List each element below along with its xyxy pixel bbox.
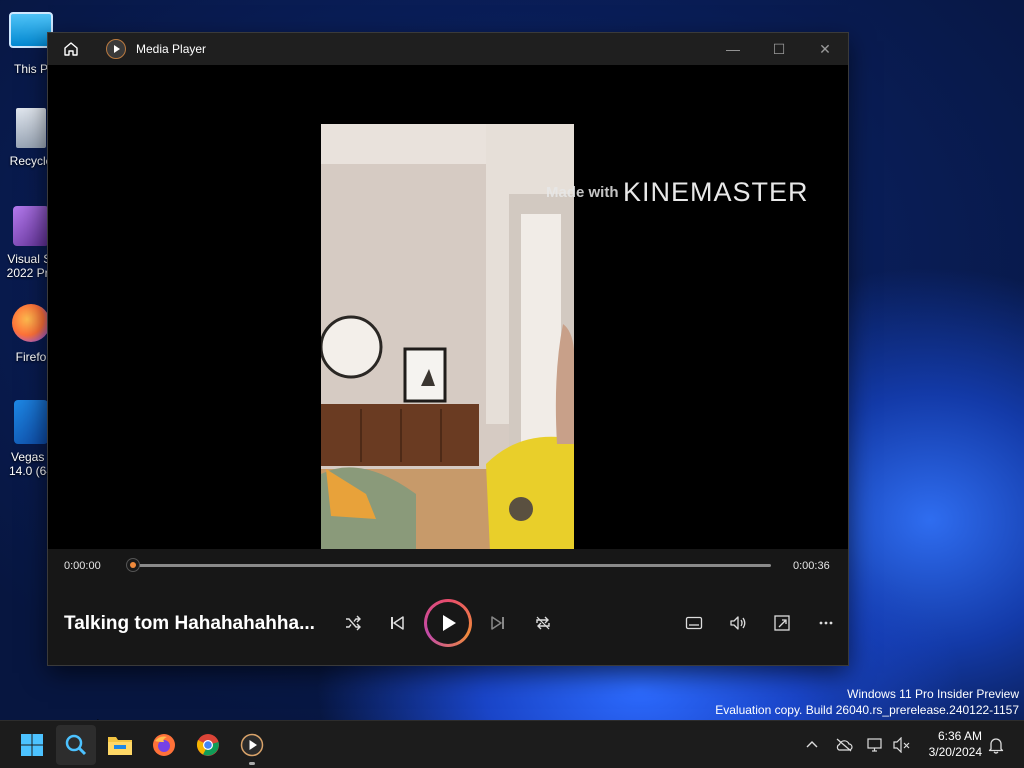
captions-button[interactable] <box>678 607 710 639</box>
active-app-indicator <box>249 762 255 765</box>
mini-player-button[interactable] <box>766 607 798 639</box>
play-button[interactable] <box>424 599 472 647</box>
taskbar: 6:36 AM 3/20/2024 <box>0 720 1024 768</box>
clock-date: 3/20/2024 <box>928 745 982 759</box>
network-tray-button[interactable] <box>866 735 886 755</box>
window-title: Media Player <box>136 42 207 56</box>
media-player-taskbar-button[interactable] <box>232 725 272 765</box>
next-button[interactable] <box>482 607 514 639</box>
volume-tray-button[interactable] <box>892 735 912 755</box>
total-time: 0:00:36 <box>793 560 830 572</box>
play-button-inner <box>427 602 469 644</box>
visual-studio-icon <box>13 206 49 246</box>
volume-icon <box>730 616 746 630</box>
play-icon <box>443 615 456 631</box>
chrome-icon <box>196 734 219 756</box>
more-options-button[interactable] <box>810 607 842 639</box>
vegas-icon <box>14 400 48 444</box>
firefox-icon <box>12 304 50 342</box>
kinemaster-watermark: Made with KINEMASTER <box>546 177 809 208</box>
taskbar-clock[interactable]: 6:36 AM 3/20/2024 <box>918 728 982 760</box>
search-icon <box>65 734 87 756</box>
show-hidden-icons-button[interactable] <box>802 735 822 755</box>
start-button[interactable] <box>12 725 52 765</box>
shuffle-icon <box>346 615 361 631</box>
monitor-icon <box>9 12 53 48</box>
overlay-prefix: Made with <box>546 184 619 201</box>
repeat-icon <box>536 616 550 630</box>
notifications-button[interactable] <box>986 735 1006 755</box>
firefox-icon <box>153 734 175 756</box>
network-icon <box>867 738 882 752</box>
home-icon[interactable] <box>62 40 80 58</box>
bell-icon <box>988 738 1004 754</box>
shuffle-button[interactable] <box>337 607 369 639</box>
windows-logo-icon <box>21 734 43 756</box>
minimize-button[interactable]: — <box>710 33 756 65</box>
firefox-taskbar-button[interactable] <box>144 725 184 765</box>
next-icon <box>491 616 504 630</box>
media-player-app-icon <box>106 39 126 59</box>
file-explorer-button[interactable] <box>100 725 140 765</box>
recycle-bin-icon <box>16 108 46 148</box>
captions-icon <box>685 616 703 630</box>
video-area[interactable]: Made with KINEMASTER <box>48 65 848 549</box>
video-frame <box>321 124 574 549</box>
cloud-icon <box>836 738 853 752</box>
seek-thumb[interactable] <box>126 558 140 572</box>
previous-icon <box>391 616 404 630</box>
clock-time: 6:36 AM <box>937 729 982 743</box>
watermark-line: Windows 11 Pro Insider Preview <box>847 687 1019 701</box>
maximize-button[interactable]: ☐ <box>756 33 802 65</box>
volume-muted-icon <box>893 737 910 753</box>
overlay-brand: KINEMASTER <box>622 177 809 207</box>
chevron-up-icon <box>806 741 818 748</box>
seek-bar[interactable] <box>133 564 771 567</box>
chrome-taskbar-button[interactable] <box>188 725 228 765</box>
watermark-line: Evaluation copy. Build 26040.rs_prerelea… <box>715 703 1019 717</box>
mini-player-icon <box>774 615 790 631</box>
repeat-button[interactable] <box>527 607 559 639</box>
search-button[interactable] <box>56 725 96 765</box>
onedrive-tray-button[interactable] <box>834 735 854 755</box>
windows-watermark: Windows 11 Pro Insider Preview Evaluatio… <box>715 686 1019 718</box>
media-player-window: Media Player — ☐ ✕ Made with KINEMASTER … <box>48 33 848 665</box>
current-time: 0:00:00 <box>64 560 101 572</box>
track-title: Talking tom Hahahahahha... <box>64 613 315 634</box>
close-button[interactable]: ✕ <box>802 33 848 65</box>
more-icon <box>819 621 833 625</box>
media-player-icon <box>240 733 264 757</box>
title-bar[interactable]: Media Player — ☐ ✕ <box>48 33 848 65</box>
volume-button[interactable] <box>722 607 754 639</box>
folder-icon <box>108 737 132 755</box>
player-controls: 0:00:00 0:00:36 Talking tom Hahahahahha.… <box>48 549 848 665</box>
previous-button[interactable] <box>381 607 413 639</box>
